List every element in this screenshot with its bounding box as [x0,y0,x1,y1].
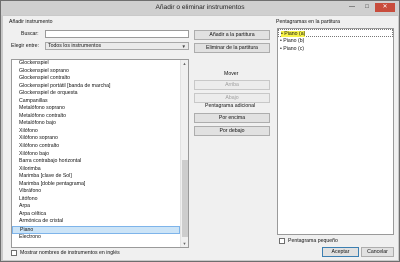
score-staves-heading: Pentagramas en la partitura [276,19,341,25]
dialog-window: Añadir o eliminar instrumentos — □ ✕ Aña… [0,0,400,262]
scrollbar-thumb[interactable] [182,160,188,237]
move-down-button[interactable]: Abajo [194,93,270,103]
instrument-list[interactable]: Glockenspiel Glockenspiel soprano Glockens… [11,59,189,248]
add-staff-above-button[interactable]: Por encima [194,113,270,123]
add-instrument-heading: Añadir instrumento [9,19,53,25]
choose-from-label: Elegir entre: [11,43,39,49]
show-english-names-label: Mostrar nombres de instrumentos en inglé… [20,250,120,256]
instrument-list-item[interactable]: Glockenspiel soprano [12,68,180,76]
arrow-down-icon[interactable]: ▼ [181,240,188,247]
small-staff-checkbox[interactable] [279,238,285,244]
instrument-list-item[interactable]: Xilófono contralto [12,143,180,151]
move-heading: Mover [224,71,239,77]
instrument-list-item[interactable]: Piano [12,226,180,234]
instrument-list-item[interactable]: Arpa [12,203,180,211]
score-staff-text: • Piano (b) [280,38,304,44]
instrument-list-item[interactable]: Barra contrabajo horizontal [12,158,180,166]
move-up-button[interactable]: Arriba [194,80,270,90]
instrument-list-item[interactable]: Marimba [clave de Sol] [12,173,180,181]
add-staff-below-button[interactable]: Por debajo [194,126,270,136]
instrument-list-item[interactable]: Xilófono soprano [12,135,180,143]
instrument-list-item[interactable]: Glockenspiel contralto [12,75,180,83]
instrument-list-item[interactable]: Armónica de cristal [12,218,180,226]
instrument-list-scrollbar[interactable]: ▲ ▼ [180,60,188,247]
instrument-list-item[interactable]: Xilófono bajo [12,151,180,159]
score-staff-item[interactable]: • Piano (b) [278,37,393,45]
instrument-list-item[interactable]: Arpa céltica [12,211,180,219]
maximize-button[interactable]: □ [360,3,374,12]
title-bar: Añadir o eliminar instrumentos — □ ✕ [1,1,399,15]
extra-staff-heading: Pentagrama adicional [205,103,256,109]
score-staff-item[interactable]: • Piano (c) [278,45,393,53]
score-staves-list[interactable]: • Piano (a) • Piano (b) • Piano (c) [277,28,394,235]
bullet-icon: • [280,46,282,52]
instrument-list-item[interactable]: Metalófono bajo [12,120,180,128]
instrument-list-items: Glockenspiel Glockenspiel soprano Glockens… [12,60,180,241]
instrument-list-item[interactable]: Glockenspiel de orquesta [12,90,180,98]
instrument-list-item[interactable]: Metalófono soprano [12,105,180,113]
window-controls: — □ ✕ [345,3,395,12]
bullet-icon: • [280,38,282,44]
score-staff-text: • Piano (c) [280,46,304,52]
instrument-list-item[interactable]: Electrono [12,234,180,242]
minimize-button[interactable]: — [345,3,359,12]
dialog-body: Añadir instrumento Buscar: Elegir entre:… [3,16,398,260]
instrument-filter-select[interactable]: Todos los instrumentos ▼ [45,42,189,50]
instrument-list-item[interactable]: Glockenspiel portátil [banda de marcha] [12,83,180,91]
instrument-list-item[interactable]: Xilófono [12,128,180,136]
instrument-list-item[interactable]: Glockenspiel [12,60,180,68]
arrow-up-icon[interactable]: ▲ [181,60,188,67]
score-staff-item[interactable]: • Piano (a) [278,29,393,37]
window-title: Añadir o eliminar instrumentos [155,4,245,11]
cancel-button[interactable]: Cancelar [361,247,394,257]
show-english-names-checkbox[interactable] [11,250,17,256]
instrument-list-item[interactable]: Xilorimba [12,166,180,174]
remove-from-score-button[interactable]: Eliminar de la partitura [194,43,270,53]
search-input[interactable] [45,30,189,38]
accept-button[interactable]: Aceptar [322,247,359,257]
instrument-list-item[interactable]: Litófono [12,196,180,204]
add-to-score-button[interactable]: Añadir a la partitura [194,30,270,40]
search-label: Buscar: [21,31,39,37]
small-staff-label: Pentagrama pequeño [288,238,338,244]
score-staff-label: Piano (b) [283,38,305,44]
instrument-list-item[interactable]: Vibráfono [12,188,180,196]
instrument-list-item[interactable]: Campanillas [12,98,180,106]
close-button[interactable]: ✕ [375,3,395,12]
instrument-list-item[interactable]: Metalófono contralto [12,113,180,121]
instrument-list-item[interactable]: Marimba [doble pentagrama] [12,181,180,189]
chevron-down-icon: ▼ [181,44,186,49]
score-staff-label: Piano (c) [283,46,305,52]
instrument-filter-value: Todos los instrumentos [48,43,102,49]
